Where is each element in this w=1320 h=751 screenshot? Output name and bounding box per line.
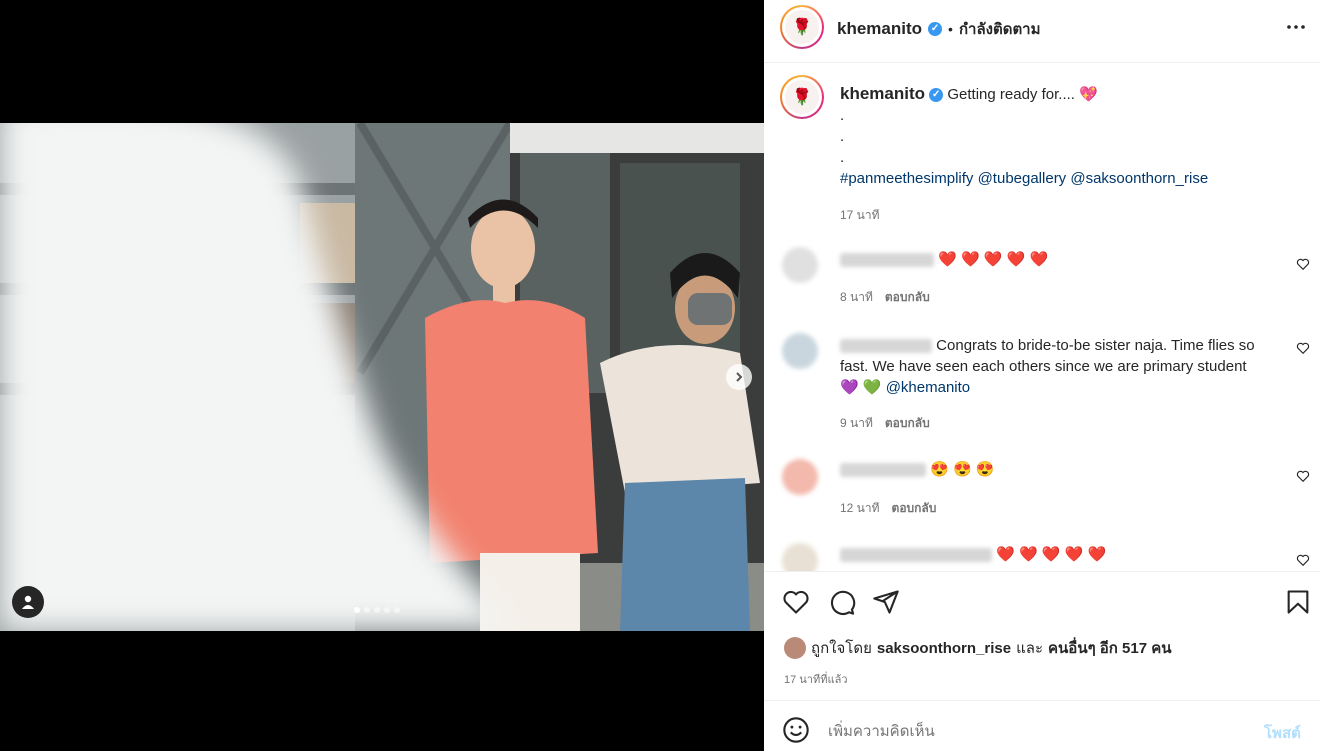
comment-icon[interactable] <box>828 588 856 616</box>
carousel-dot <box>394 607 400 613</box>
post-photo <box>0 123 764 631</box>
carousel-dot <box>364 607 370 613</box>
comment-text: ❤️ ❤️ ❤️ ❤️ ❤️ <box>938 251 1049 268</box>
caption-dot: . <box>840 128 845 145</box>
reply-button[interactable]: ตอบกลับ <box>892 499 937 518</box>
likes-middle: และ <box>1016 640 1044 657</box>
caption: khemanito ✓ Getting ready for.... 💖 . . … <box>840 83 1300 226</box>
comment-emoji: 💜 💚 <box>840 379 882 396</box>
comment-box: โพสต์ <box>764 701 1320 751</box>
comment-text: 😍 😍 😍 <box>930 461 995 478</box>
comment-username[interactable] <box>840 253 934 268</box>
likes-others[interactable]: คนอื่นๆ อีก 517 คน <box>1048 636 1172 660</box>
comment-avatar[interactable] <box>782 543 818 571</box>
comment-like-icon[interactable] <box>1296 341 1310 355</box>
share-icon[interactable] <box>872 588 900 616</box>
carousel-dot-active <box>354 607 360 613</box>
header-username[interactable]: khemanito <box>837 19 922 39</box>
mention-link[interactable]: @khemanito <box>886 379 970 396</box>
comment-avatar[interactable] <box>782 459 818 495</box>
next-icon[interactable] <box>726 364 752 390</box>
caption-text: Getting ready for.... 💖 <box>947 86 1098 103</box>
comment-time: 8 นาที <box>840 290 873 304</box>
caption-dot: . <box>840 107 845 124</box>
comment: perfumes_memory ❤️ ❤️ ❤️ ❤️ ❤️ <box>764 539 1320 571</box>
post-comment-button[interactable]: โพสต์ <box>1264 721 1301 745</box>
mention-link[interactable]: @saksoonthorn_rise <box>1070 170 1208 187</box>
user-tag-icon[interactable] <box>12 586 44 618</box>
header-avatar[interactable]: 🌹 <box>780 5 824 49</box>
rose-icon: 🌹 <box>785 10 819 44</box>
comment: moodactiv 😍 😍 😍 12 นาที ตอบกลับ <box>764 455 1320 525</box>
header-separator: • <box>948 21 953 37</box>
verified-icon: ✓ <box>929 88 944 103</box>
more-icon[interactable] <box>1284 17 1308 37</box>
rose-icon: 🌹 <box>785 80 819 114</box>
comment-username[interactable] <box>840 463 926 478</box>
mention-link[interactable]: @tubegallery <box>978 170 1067 187</box>
likes-prefix: ถูกใจโดย <box>811 640 872 657</box>
post-panel: 🌹 khemanito ✓ • กำลังติดตาม 🌹 khemanito … <box>764 0 1320 751</box>
carousel-indicator <box>354 607 400 613</box>
comment-username[interactable] <box>840 339 932 354</box>
heart-icon[interactable] <box>782 588 810 616</box>
post-media <box>0 0 764 751</box>
photo-illustration <box>0 123 764 631</box>
bookmark-icon[interactable] <box>1284 588 1312 616</box>
comment-time: 9 นาที <box>840 416 873 430</box>
caption-username[interactable]: khemanito <box>840 84 925 103</box>
comment-input[interactable] <box>826 715 1230 747</box>
likes-row: ถูกใจโดย saksoonthorn_rise และ คนอื่นๆ อ… <box>784 636 1172 660</box>
reply-button[interactable]: ตอบกลับ <box>885 414 930 433</box>
follow-status[interactable]: กำลังติดตาม <box>959 17 1041 41</box>
emoji-icon[interactable] <box>782 716 810 744</box>
liker-username[interactable]: saksoonthorn_rise <box>877 640 1011 657</box>
comment-username[interactable] <box>840 548 992 563</box>
caption-avatar[interactable]: 🌹 <box>780 75 824 119</box>
action-bar <box>764 572 1320 632</box>
caption-time: 17 นาที <box>840 208 880 222</box>
caption-dot: . <box>840 149 845 166</box>
carousel-dot <box>384 607 390 613</box>
comment: phonthipist ❤️ ❤️ ❤️ ❤️ ❤️ 8 นาที ตอบกลั… <box>764 243 1320 313</box>
verified-icon: ✓ <box>928 22 943 36</box>
post-time: 17 นาทีที่แล้ว <box>784 674 848 686</box>
comment-like-icon[interactable] <box>1296 469 1310 483</box>
comments-area: 🌹 khemanito ✓ Getting ready for.... 💖 . … <box>764 63 1320 571</box>
comment: onranchana Congrats to bride-to-be siste… <box>764 329 1320 439</box>
comment-time: 12 นาที <box>840 501 880 515</box>
hashtag-link[interactable]: #panmeethesimplify <box>840 170 973 187</box>
post-header: 🌹 khemanito ✓ • กำลังติดตาม <box>764 0 1320 62</box>
carousel-dot <box>374 607 380 613</box>
comment-like-icon[interactable] <box>1296 553 1310 567</box>
comment-avatar[interactable] <box>782 333 818 369</box>
comment-avatar[interactable] <box>782 247 818 283</box>
reply-button[interactable]: ตอบกลับ <box>885 288 930 307</box>
comment-text: ❤️ ❤️ ❤️ ❤️ ❤️ <box>996 546 1107 563</box>
liker-avatar[interactable] <box>784 637 806 659</box>
comment-like-icon[interactable] <box>1296 257 1310 271</box>
